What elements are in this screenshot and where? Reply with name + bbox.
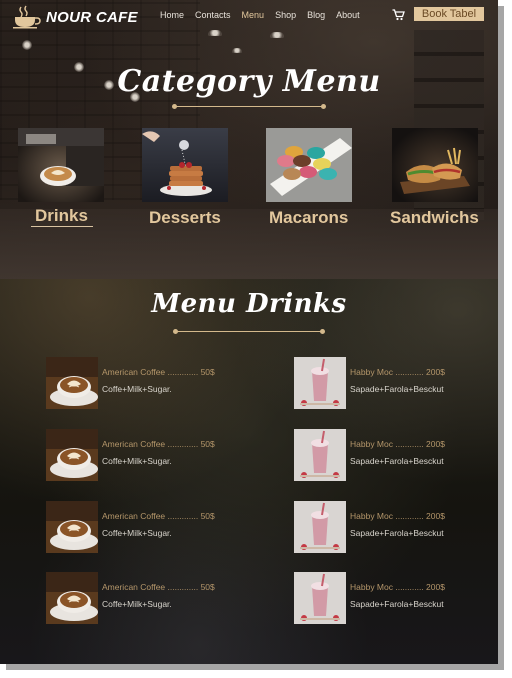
nav-link-contacts[interactable]: Contacts [195, 10, 231, 20]
nav-link-home[interactable]: Home [160, 10, 184, 20]
menu-item[interactable]: Habby Moc ............ 200$ Sapade+Farol… [294, 572, 494, 626]
milkshake-image [294, 501, 346, 553]
category-menu-title: Category Menu [117, 64, 381, 99]
menu-item[interactable]: American Coffee ............. 50$ Coffe+… [46, 572, 246, 626]
item-name-price: Habby Moc ............ 200$ [350, 367, 445, 377]
menu-item[interactable]: American Coffee ............. 50$ Coffe+… [46, 429, 246, 483]
cart-icon[interactable] [392, 9, 405, 21]
macarons-image [266, 128, 352, 202]
category-label-macarons[interactable]: Macarons [269, 208, 348, 228]
nav-links: Home Contacts Menu Shop Blog About [160, 10, 371, 20]
ceiling-light [22, 40, 32, 50]
item-ingredients: Sapade+Farola+Besckut [350, 528, 444, 538]
nav-link-about[interactable]: About [336, 10, 360, 20]
pendant-light [270, 32, 284, 38]
menu-title-divider [173, 329, 325, 334]
item-ingredients: Sapade+Farola+Besckut [350, 456, 444, 466]
item-ingredients: Coffe+Milk+Sugar. [102, 528, 172, 538]
active-category-underline [31, 226, 93, 227]
category-label-drinks[interactable]: Drinks [35, 206, 88, 226]
hero-section: NOUR CAFE Home Contacts Menu Shop Blog A… [0, 0, 498, 279]
desserts-image [142, 128, 228, 202]
coffee-image [46, 572, 98, 624]
item-ingredients: Coffe+Milk+Sugar. [102, 384, 172, 394]
menu-item[interactable]: Habby Moc ............ 200$ Sapade+Farol… [294, 357, 494, 411]
nav-link-blog[interactable]: Blog [307, 10, 325, 20]
menu-item[interactable]: American Coffee ............. 50$ Coffe+… [46, 357, 246, 411]
sandwichs-image [392, 128, 478, 202]
item-name-price: American Coffee ............. 50$ [102, 439, 215, 449]
milkshake-image [294, 572, 346, 624]
nav-link-shop[interactable]: Shop [275, 10, 296, 20]
page: NOUR CAFE Home Contacts Menu Shop Blog A… [0, 0, 498, 664]
coffee-image [46, 357, 98, 409]
brand-name: NOUR CAFE [46, 8, 138, 26]
menu-item[interactable]: Habby Moc ............ 200$ Sapade+Farol… [294, 429, 494, 483]
menu-drinks-section: Menu Drinks American Coffee ............… [0, 279, 498, 664]
item-name-price: American Coffee ............. 50$ [102, 582, 215, 592]
menu-item[interactable]: American Coffee ............. 50$ Coffe+… [46, 501, 246, 555]
coffee-cup-icon [13, 5, 41, 29]
item-ingredients: Coffe+Milk+Sugar. [102, 456, 172, 466]
item-name-price: Habby Moc ............ 200$ [350, 582, 445, 592]
category-label-desserts[interactable]: Desserts [149, 208, 221, 228]
milkshake-image [294, 357, 346, 409]
category-label-sandwichs[interactable]: Sandwichs [390, 208, 479, 228]
item-name-price: American Coffee ............. 50$ [102, 367, 215, 377]
item-name-price: Habby Moc ............ 200$ [350, 439, 445, 449]
title-divider [172, 104, 326, 109]
item-ingredients: Coffe+Milk+Sugar. [102, 599, 172, 609]
book-table-button[interactable]: Book Tabel [414, 7, 484, 21]
drinks-image [18, 128, 104, 202]
pendant-light [232, 48, 242, 53]
item-ingredients: Sapade+Farola+Besckut [350, 599, 444, 609]
item-name-price: Habby Moc ............ 200$ [350, 511, 445, 521]
menu-item[interactable]: Habby Moc ............ 200$ Sapade+Farol… [294, 501, 494, 555]
navbar: NOUR CAFE Home Contacts Menu Shop Blog A… [0, 0, 498, 32]
coffee-image [46, 429, 98, 481]
nav-link-menu[interactable]: Menu [242, 10, 265, 20]
menu-drinks-title: Menu Drinks [151, 289, 347, 319]
brand-logo[interactable]: NOUR CAFE [12, 5, 138, 29]
item-name-price: American Coffee ............. 50$ [102, 511, 215, 521]
coffee-image [46, 501, 98, 553]
milkshake-image [294, 429, 346, 481]
item-ingredients: Sapade+Farola+Besckut [350, 384, 444, 394]
